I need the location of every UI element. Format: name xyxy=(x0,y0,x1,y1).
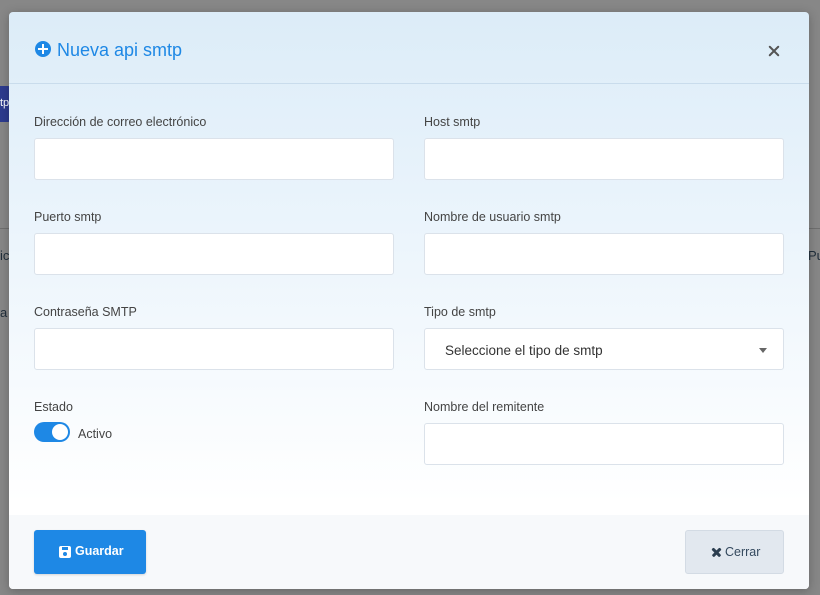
toggle-knob xyxy=(52,424,68,440)
username-label: Nombre de usuario smtp xyxy=(424,210,561,224)
plus-circle-icon xyxy=(35,41,51,57)
modal-header: Nueva api smtp xyxy=(9,12,809,84)
cancel-button-label: Cerrar xyxy=(725,545,761,559)
status-toggle[interactable] xyxy=(34,422,70,442)
cancel-button[interactable]: Cerrar xyxy=(685,530,784,574)
close-icon[interactable] xyxy=(766,42,784,60)
background-text-fragment: ic xyxy=(0,248,10,263)
email-label: Dirección de correo electrónico xyxy=(34,115,207,129)
background-divider xyxy=(809,228,820,229)
status-toggle-label: Activo xyxy=(78,427,113,441)
sender-name-field[interactable] xyxy=(424,423,784,465)
caret-down-icon xyxy=(759,348,767,353)
smtp-type-select[interactable]: Seleccione el tipo de smtp xyxy=(424,328,784,370)
smtp-type-selected-value: Seleccione el tipo de smtp xyxy=(445,343,603,358)
new-smtp-api-modal: Nueva api smtp Dirección de correo elect… xyxy=(9,12,809,589)
save-button[interactable]: Guardar xyxy=(34,530,146,574)
host-field[interactable] xyxy=(424,138,784,180)
save-button-label: Guardar xyxy=(75,544,124,558)
background-text-fragment: Pu xyxy=(808,248,820,263)
username-field[interactable] xyxy=(424,233,784,275)
times-icon xyxy=(711,547,722,558)
background-text-fragment: tp xyxy=(0,97,10,109)
password-label: Contraseña SMTP xyxy=(34,305,137,319)
smtp-type-label: Tipo de smtp xyxy=(424,305,496,319)
modal-footer: Guardar Cerrar xyxy=(9,515,809,589)
sender-name-label: Nombre del remitente xyxy=(424,400,545,414)
port-label: Puerto smtp xyxy=(34,210,102,224)
port-field[interactable] xyxy=(34,233,394,275)
modal-title: Nueva api smtp xyxy=(57,40,183,60)
email-field[interactable] xyxy=(34,138,394,180)
background-text-fragment: a xyxy=(0,305,8,320)
status-label: Estado xyxy=(34,400,73,414)
password-field[interactable] xyxy=(34,328,394,370)
floppy-disk-icon xyxy=(59,546,71,558)
host-label: Host smtp xyxy=(424,115,481,129)
